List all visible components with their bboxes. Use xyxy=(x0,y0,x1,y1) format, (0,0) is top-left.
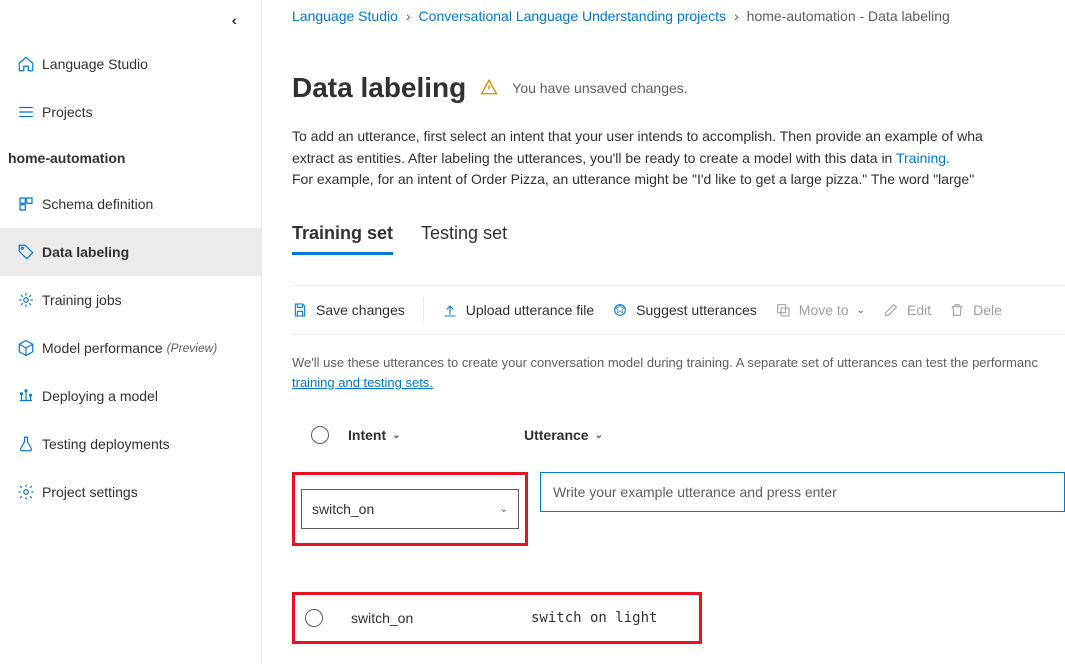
suggest-icon xyxy=(612,302,628,318)
row-utterance: switch on light xyxy=(531,610,657,626)
training-link[interactable]: Training. xyxy=(896,150,950,166)
intent-select-value: switch_on xyxy=(312,501,374,517)
sidebar-item-label: Language Studio xyxy=(42,56,148,72)
sidebar-item-project-settings[interactable]: Project settings xyxy=(0,468,261,516)
sidebar-item-deploying-model[interactable]: Deploying a model xyxy=(0,372,261,420)
column-intent[interactable]: Intent⌄ xyxy=(348,427,524,443)
sidebar-item-label: Deploying a model xyxy=(42,388,158,404)
column-utterance[interactable]: Utterance⌄ xyxy=(524,427,603,443)
breadcrumb-link[interactable]: Language Studio xyxy=(292,8,398,24)
hint-text: We'll use these utterances to create you… xyxy=(292,353,1065,392)
sidebar-item-language-studio[interactable]: Language Studio xyxy=(0,40,261,88)
sidebar-item-training-jobs[interactable]: Training jobs xyxy=(0,276,261,324)
save-icon xyxy=(292,302,308,318)
tag-icon xyxy=(12,243,40,261)
collapse-sidebar-icon[interactable]: ‹‹ xyxy=(232,12,233,28)
suggest-utterances-button[interactable]: Suggest utterances xyxy=(612,302,757,318)
chevron-right-icon: › xyxy=(406,8,411,24)
intent-select[interactable]: switch_on ⌄ xyxy=(301,489,519,529)
gear-icon xyxy=(12,483,40,501)
move-to-button: Move to ⌄ xyxy=(775,302,865,318)
sidebar-project-name: home-automation xyxy=(0,136,261,180)
tabs: Training set Testing set xyxy=(292,223,1065,255)
training-testing-sets-link[interactable]: training and testing sets. xyxy=(292,375,433,390)
sidebar-item-testing-deployments[interactable]: Testing deployments xyxy=(0,420,261,468)
page-title: Data labeling xyxy=(292,72,466,104)
select-all-radio[interactable] xyxy=(311,426,329,444)
chevron-down-icon: ⌄ xyxy=(500,504,508,515)
edit-button: Edit xyxy=(883,302,931,318)
trash-icon xyxy=(949,302,965,318)
chevron-down-icon: ⌄ xyxy=(595,430,603,441)
sidebar-item-label: Model performance xyxy=(42,340,163,356)
sidebar-item-label: Schema definition xyxy=(42,196,153,212)
list-icon xyxy=(12,103,40,121)
divider xyxy=(423,298,424,322)
row-select-radio[interactable] xyxy=(305,609,323,627)
row-intent: switch_on xyxy=(351,610,531,626)
upload-icon xyxy=(442,302,458,318)
training-icon xyxy=(12,291,40,309)
main-content: Language Studio › Conversational Languag… xyxy=(262,0,1065,664)
chevron-down-icon: ⌄ xyxy=(392,430,400,441)
column-headers: Intent⌄ Utterance⌄ xyxy=(292,426,1065,444)
breadcrumb: Language Studio › Conversational Languag… xyxy=(292,8,1065,24)
deploy-icon xyxy=(12,387,40,405)
unsaved-changes-text: You have unsaved changes. xyxy=(512,80,687,96)
breadcrumb-current: home-automation - Data labeling xyxy=(747,8,950,24)
highlight-box: switch_on switch on light xyxy=(292,592,702,644)
sidebar-item-label: Data labeling xyxy=(42,244,129,260)
warning-icon xyxy=(480,78,498,99)
chevron-down-icon: ⌄ xyxy=(857,305,865,316)
toolbar: Save changes Upload utterance file Sugge… xyxy=(292,285,1065,335)
flask-icon xyxy=(12,435,40,453)
sidebar-item-schema-definition[interactable]: Schema definition xyxy=(0,180,261,228)
highlight-box: switch_on ⌄ xyxy=(292,472,528,546)
sidebar-item-projects[interactable]: Projects xyxy=(0,88,261,136)
preview-badge: (Preview) xyxy=(167,341,218,355)
schema-icon xyxy=(12,195,40,213)
sidebar-item-label: Testing deployments xyxy=(42,436,170,452)
edit-icon xyxy=(883,302,899,318)
utterance-input[interactable] xyxy=(540,472,1065,512)
sidebar-item-label: Training jobs xyxy=(42,292,122,308)
cube-icon xyxy=(12,339,40,357)
sidebar-item-label: Projects xyxy=(42,104,93,120)
upload-utterance-file-button[interactable]: Upload utterance file xyxy=(442,302,594,318)
instructions-text: To add an utterance, first select an int… xyxy=(292,126,1065,191)
save-changes-button[interactable]: Save changes xyxy=(292,302,405,318)
chevron-right-icon: › xyxy=(734,8,739,24)
sidebar-item-data-labeling[interactable]: Data labeling xyxy=(0,228,261,276)
sidebar: ‹‹ Language Studio Projects home-automat… xyxy=(0,0,262,664)
tab-testing-set[interactable]: Testing set xyxy=(421,223,507,255)
move-icon xyxy=(775,302,791,318)
breadcrumb-link[interactable]: Conversational Language Understanding pr… xyxy=(419,8,726,24)
delete-button: Dele xyxy=(949,302,1002,318)
sidebar-item-label: Project settings xyxy=(42,484,138,500)
add-utterance-row: switch_on ⌄ xyxy=(292,472,1065,546)
sidebar-item-model-performance[interactable]: Model performance (Preview) xyxy=(0,324,261,372)
home-icon xyxy=(12,55,40,73)
tab-training-set[interactable]: Training set xyxy=(292,223,393,255)
